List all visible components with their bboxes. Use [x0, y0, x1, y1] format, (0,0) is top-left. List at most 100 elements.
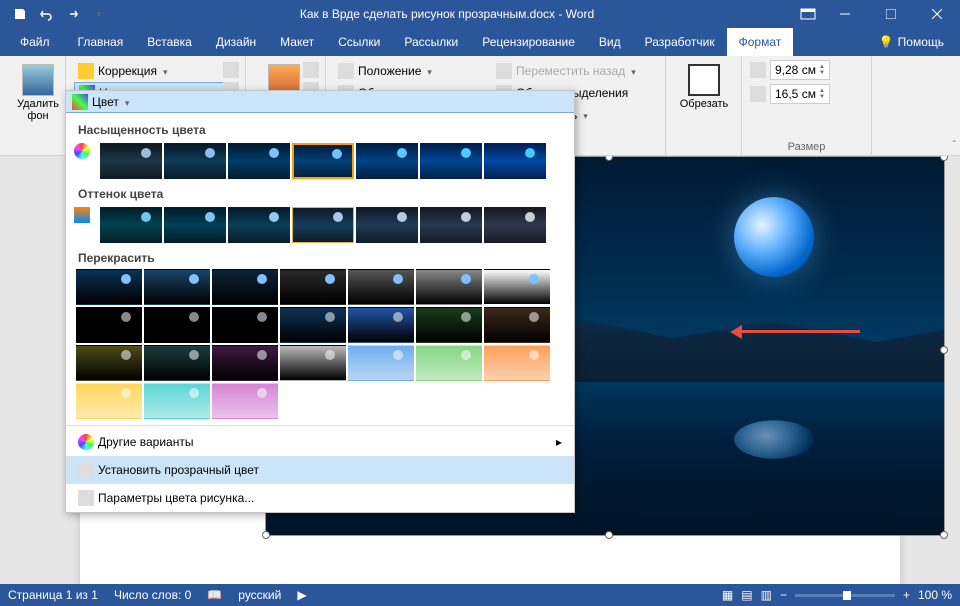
tab-developer[interactable]: Разработчик [633, 28, 727, 56]
recolor-thumb[interactable] [144, 269, 210, 305]
resize-handle[interactable] [940, 346, 948, 354]
tab-format[interactable]: Формат [727, 28, 794, 56]
width-icon [750, 86, 766, 102]
tab-home[interactable]: Главная [66, 28, 136, 56]
zoom-in-icon[interactable]: + [903, 588, 910, 602]
maximize-icon[interactable] [868, 0, 914, 28]
saturation-thumb[interactable] [228, 143, 290, 179]
redo-icon[interactable] [60, 2, 84, 26]
remove-background-button[interactable]: Удалить фон [8, 60, 68, 126]
saturation-thumb[interactable] [356, 143, 418, 179]
recolor-thumb[interactable] [76, 269, 142, 305]
tab-insert[interactable]: Вставка [135, 28, 204, 56]
recolor-thumb[interactable] [484, 269, 550, 305]
picture-color-options-item[interactable]: Параметры цвета рисунка... [66, 484, 574, 512]
recolor-thumb[interactable] [348, 307, 414, 343]
recolor-thumb[interactable] [484, 345, 550, 381]
recolor-header: Перекрасить [74, 245, 566, 269]
help-button[interactable]: 💡 Помощь [879, 35, 956, 49]
tone-thumb[interactable] [420, 207, 482, 243]
width-input[interactable]: 16,5 см▲▼ [770, 84, 830, 104]
recolor-thumb[interactable] [212, 345, 278, 381]
recolor-thumb[interactable] [280, 345, 346, 381]
tab-file[interactable]: Файл [4, 28, 66, 56]
zoom-out-icon[interactable]: − [780, 588, 787, 602]
resize-handle[interactable] [940, 156, 948, 161]
saturation-thumb[interactable] [292, 143, 354, 179]
resize-handle[interactable] [605, 156, 613, 161]
tone-thumb[interactable] [292, 207, 354, 243]
recolor-thumb[interactable] [348, 345, 414, 381]
resize-handle[interactable] [605, 531, 613, 539]
zoom-slider[interactable] [795, 594, 895, 597]
zoom-level[interactable]: 100 % [918, 588, 952, 602]
undo-icon[interactable] [34, 2, 58, 26]
compress-icon[interactable] [223, 62, 239, 78]
recolor-thumb[interactable] [280, 307, 346, 343]
spellcheck-icon[interactable]: 📖 [207, 588, 222, 602]
page-indicator[interactable]: Страница 1 из 1 [8, 588, 98, 602]
tone-thumb[interactable] [164, 207, 226, 243]
sun-icon [78, 63, 94, 79]
crop-button[interactable]: Обрезать [674, 60, 734, 114]
tab-design[interactable]: Дизайн [204, 28, 268, 56]
recolor-thumb[interactable] [144, 307, 210, 343]
saturation-thumb[interactable] [100, 143, 162, 179]
color-wheel-icon [78, 434, 94, 450]
resize-handle[interactable] [940, 531, 948, 539]
ribbon-display-icon[interactable] [794, 2, 822, 26]
read-mode-icon[interactable]: ▦ [722, 588, 733, 602]
recolor-thumb[interactable] [144, 383, 210, 419]
recolor-thumb[interactable] [484, 307, 550, 343]
recolor-thumb[interactable] [416, 307, 482, 343]
saturation-thumb[interactable] [164, 143, 226, 179]
save-icon[interactable] [8, 2, 32, 26]
position-icon [338, 63, 354, 79]
tone-thumb[interactable] [356, 207, 418, 243]
position-button[interactable]: Положение [334, 60, 480, 82]
recolor-thumb[interactable] [144, 345, 210, 381]
macro-icon[interactable]: ▶ [297, 588, 306, 602]
close-icon[interactable] [914, 0, 960, 28]
recolor-thumb[interactable] [76, 383, 142, 419]
saturation-header: Насыщенность цвета [74, 117, 566, 141]
saturation-thumb[interactable] [484, 143, 546, 179]
more-variants-item[interactable]: Другие варианты ▸ [66, 428, 574, 456]
recolor-thumb[interactable] [416, 269, 482, 305]
tab-references[interactable]: Ссылки [326, 28, 392, 56]
tab-review[interactable]: Рецензирование [470, 28, 587, 56]
tab-layout[interactable]: Макет [268, 28, 326, 56]
web-layout-icon[interactable]: ▥ [761, 588, 772, 602]
qat-more-icon[interactable] [86, 2, 110, 26]
print-layout-icon[interactable]: ▤ [741, 588, 752, 602]
corrections-button[interactable]: Коррекция [74, 60, 237, 82]
border-icon[interactable] [303, 62, 319, 78]
recolor-thumb[interactable] [280, 269, 346, 305]
submenu-arrow-icon: ▸ [556, 435, 562, 449]
tab-view[interactable]: Вид [587, 28, 633, 56]
recolor-thumb[interactable] [212, 383, 278, 419]
height-input[interactable]: 9,28 см▲▼ [770, 60, 830, 80]
tone-thumb[interactable] [228, 207, 290, 243]
ribbon-tabs: Файл Главная Вставка Дизайн Макет Ссылки… [0, 28, 960, 56]
resize-handle[interactable] [262, 531, 270, 539]
backward-icon [496, 63, 512, 79]
tone-thumb[interactable] [484, 207, 546, 243]
minimize-icon[interactable] [822, 0, 868, 28]
tab-mailings[interactable]: Рассылки [392, 28, 470, 56]
recolor-thumb[interactable] [76, 345, 142, 381]
recolor-thumb[interactable] [76, 307, 142, 343]
tone-thumb[interactable] [100, 207, 162, 243]
word-count[interactable]: Число слов: 0 [114, 588, 191, 602]
color-button-header[interactable]: Цвет [66, 91, 574, 113]
recolor-thumb[interactable] [416, 345, 482, 381]
collapse-ribbon-icon[interactable]: ˆ [953, 140, 956, 151]
recolor-thumb[interactable] [212, 269, 278, 305]
language-indicator[interactable]: русский [238, 588, 281, 602]
set-transparent-color-item[interactable]: Установить прозрачный цвет [66, 456, 574, 484]
saturation-presets-icon [74, 143, 90, 159]
saturation-thumb[interactable] [420, 143, 482, 179]
recolor-thumb[interactable] [348, 269, 414, 305]
color-dropdown-menu: Цвет Насыщенность цвета Оттенок цвета Пе… [65, 90, 575, 513]
recolor-thumb[interactable] [212, 307, 278, 343]
